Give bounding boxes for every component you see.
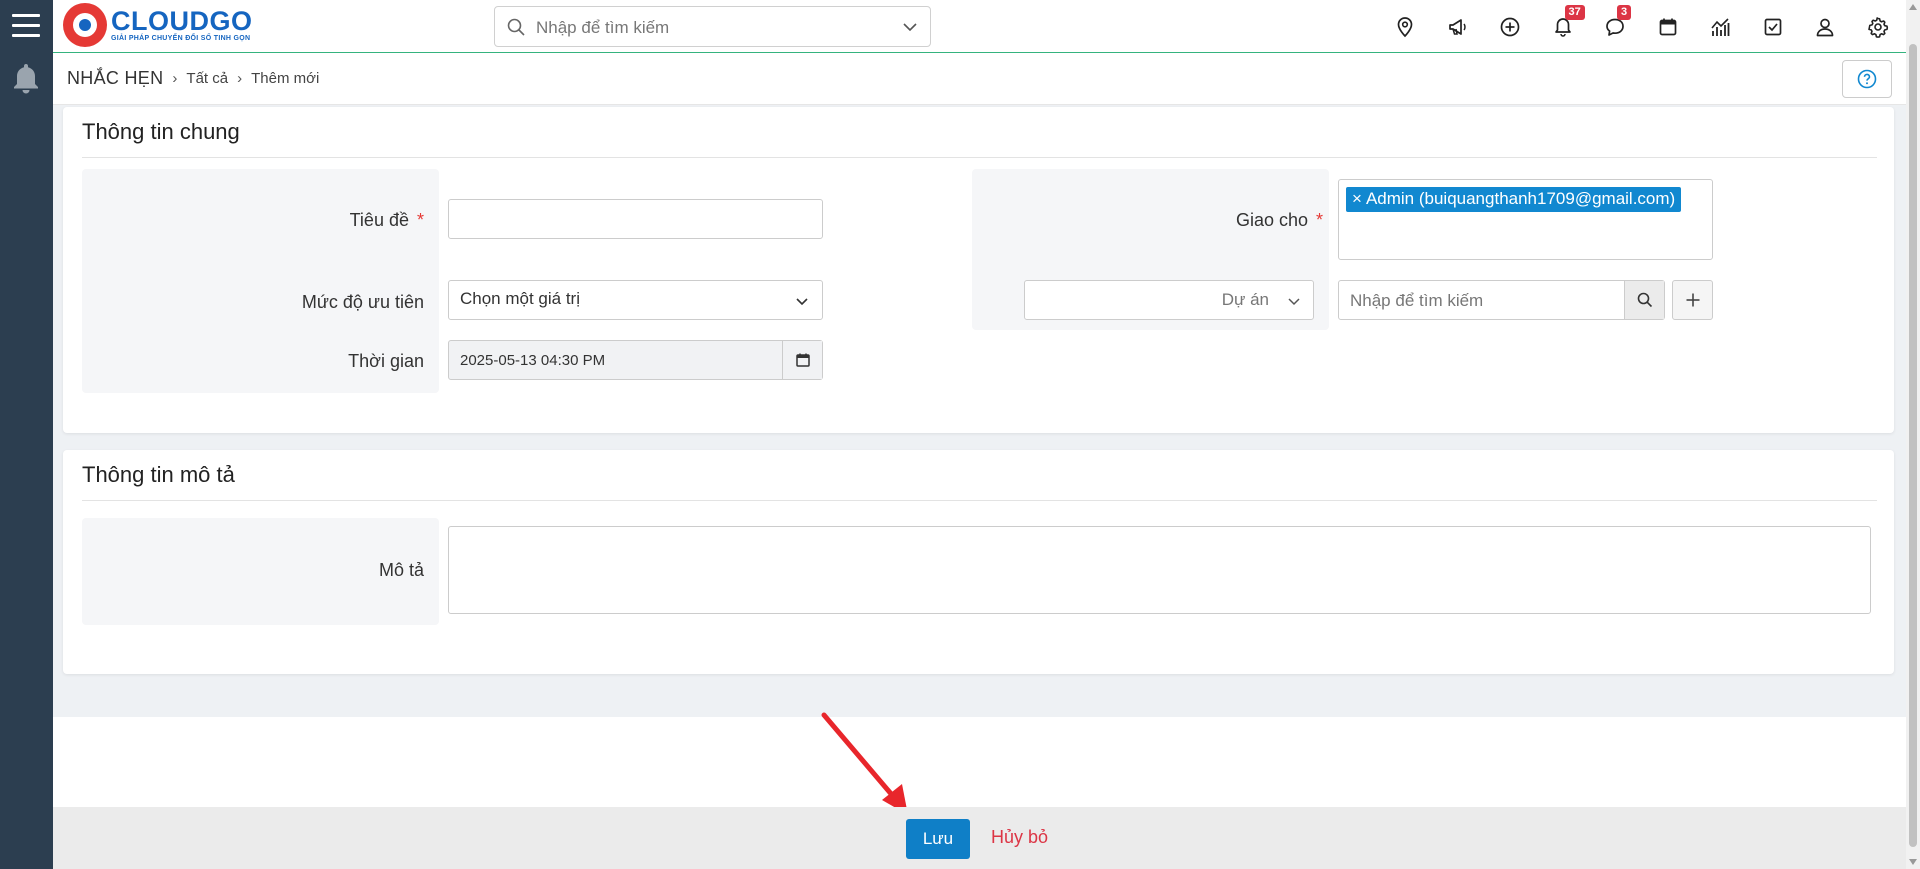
page-scrollbar[interactable] bbox=[1906, 0, 1920, 869]
form-content: Thông tin chung Tiêu đề * Mức độ ưu tiên … bbox=[53, 105, 1906, 717]
project-select[interactable]: Dự án bbox=[1024, 280, 1314, 320]
global-search-placeholder: Nhập để tìm kiếm bbox=[536, 18, 670, 37]
logo-mark-icon bbox=[63, 2, 107, 47]
general-info-title: Thông tin chung bbox=[82, 119, 240, 144]
cloudgo-logo[interactable]: CLOUDGO GIẢI PHÁP CHUYỂN ĐỔI SỐ TINH GỌN bbox=[63, 2, 253, 47]
scroll-up-arrow-icon[interactable] bbox=[1909, 4, 1917, 10]
project-select-value: Dự án bbox=[1221, 290, 1269, 309]
scroll-thumb[interactable] bbox=[1909, 44, 1917, 847]
description-textarea[interactable] bbox=[448, 526, 1871, 614]
checkbox-icon[interactable] bbox=[1747, 14, 1800, 40]
required-mark: * bbox=[1315, 210, 1323, 230]
header-icons: 37 3 bbox=[1379, 5, 1905, 40]
description-label: Mô tả bbox=[378, 560, 424, 580]
title-label: Tiêu đề * bbox=[350, 210, 424, 231]
assignee-chip-label: Admin (buiquangthanh1709@gmail.com) bbox=[1365, 189, 1676, 208]
divider bbox=[82, 500, 1877, 501]
user-icon[interactable] bbox=[1799, 14, 1852, 40]
logo-tagline: GIẢI PHÁP CHUYỂN ĐỔI SỐ TINH GỌN bbox=[111, 35, 251, 42]
logo-brand: CLOUDGO bbox=[111, 6, 253, 36]
notification-bell-icon[interactable]: 37 bbox=[1537, 5, 1590, 40]
plus-circle-icon[interactable] bbox=[1484, 14, 1537, 40]
time-datetime-field[interactable]: 2025-05-13 04:30 PM bbox=[448, 340, 823, 380]
breadcrumb-add-new: Thêm mới bbox=[251, 70, 320, 87]
required-mark: * bbox=[416, 210, 424, 230]
megaphone-icon[interactable] bbox=[1432, 14, 1485, 40]
left-sidebar bbox=[0, 0, 53, 869]
calendar-icon bbox=[795, 353, 810, 367]
breadcrumb: NHẮC HẸN › Tất cả › Thêm mới bbox=[67, 68, 319, 89]
title-input[interactable] bbox=[448, 199, 823, 239]
breadcrumb-root[interactable]: NHẮC HẸN bbox=[67, 68, 163, 89]
description-title: Thông tin mô tả bbox=[82, 462, 235, 487]
save-button[interactable]: Lưu bbox=[906, 819, 970, 859]
plus-icon bbox=[1686, 293, 1699, 307]
chevron-right-icon: › bbox=[172, 70, 178, 87]
scroll-down-arrow-icon[interactable] bbox=[1909, 859, 1917, 865]
chat-icon[interactable]: 3 bbox=[1589, 5, 1642, 40]
chart-icon[interactable] bbox=[1694, 14, 1747, 40]
chevron-right-icon: › bbox=[237, 70, 243, 87]
divider bbox=[82, 157, 1877, 158]
global-search[interactable]: Nhập để tìm kiếm bbox=[494, 6, 931, 47]
priority-label: Mức độ ưu tiên bbox=[301, 292, 424, 312]
breadcrumb-bar: NHẮC HẸN › Tất cả › Thêm mới bbox=[53, 54, 1906, 105]
calendar-picker-button[interactable] bbox=[782, 341, 822, 379]
messages-badge: 3 bbox=[1617, 5, 1632, 20]
map-pin-icon[interactable] bbox=[1379, 14, 1432, 40]
assign-search-placeholder: Nhập để tìm kiếm bbox=[1350, 291, 1484, 310]
priority-select-value: Chọn một giá trị bbox=[460, 289, 580, 308]
assign-label: Giao cho * bbox=[1236, 210, 1323, 231]
priority-select[interactable]: Chọn một giá trị bbox=[448, 280, 823, 320]
add-assignee-button[interactable] bbox=[1672, 280, 1713, 320]
time-label: Thời gian bbox=[348, 351, 424, 371]
assign-search-input[interactable]: Nhập để tìm kiếm bbox=[1338, 280, 1665, 320]
title-label-text: Tiêu đề bbox=[349, 210, 409, 230]
form-footer: Lưu Hủy bỏ bbox=[53, 807, 1906, 869]
calendar-icon[interactable] bbox=[1642, 14, 1695, 40]
search-icon bbox=[507, 18, 525, 36]
chevron-down-icon[interactable] bbox=[902, 19, 918, 35]
chip-remove-icon[interactable]: × bbox=[1352, 189, 1362, 208]
menu-icon[interactable] bbox=[12, 14, 40, 38]
red-arrow-annotation bbox=[821, 712, 908, 815]
assign-label-text: Giao cho bbox=[1235, 210, 1308, 230]
assignee-chip[interactable]: × Admin (buiquangthanh1709@gmail.com) bbox=[1346, 187, 1682, 212]
assign-to-field[interactable]: × Admin (buiquangthanh1709@gmail.com) bbox=[1338, 179, 1713, 260]
gear-icon[interactable] bbox=[1852, 14, 1905, 40]
assign-search-button[interactable] bbox=[1624, 281, 1664, 319]
cancel-link[interactable]: Hủy bỏ bbox=[991, 827, 1048, 848]
help-icon bbox=[1857, 69, 1877, 89]
breadcrumb-all[interactable]: Tất cả bbox=[186, 70, 228, 87]
notifications-badge: 37 bbox=[1564, 5, 1585, 20]
description-panel: Thông tin mô tả Mô tả bbox=[63, 450, 1894, 674]
help-button[interactable] bbox=[1842, 60, 1892, 98]
search-icon bbox=[1637, 292, 1652, 308]
time-value: 2025-05-13 04:30 PM bbox=[460, 352, 606, 369]
general-info-panel: Thông tin chung Tiêu đề * Mức độ ưu tiên … bbox=[63, 107, 1894, 433]
chevron-down-icon bbox=[796, 298, 808, 306]
top-header: CLOUDGO GIẢI PHÁP CHUYỂN ĐỔI SỐ TINH GỌN… bbox=[53, 0, 1906, 53]
chevron-down-icon bbox=[1288, 298, 1300, 306]
sidebar-bell-icon[interactable] bbox=[12, 62, 40, 99]
